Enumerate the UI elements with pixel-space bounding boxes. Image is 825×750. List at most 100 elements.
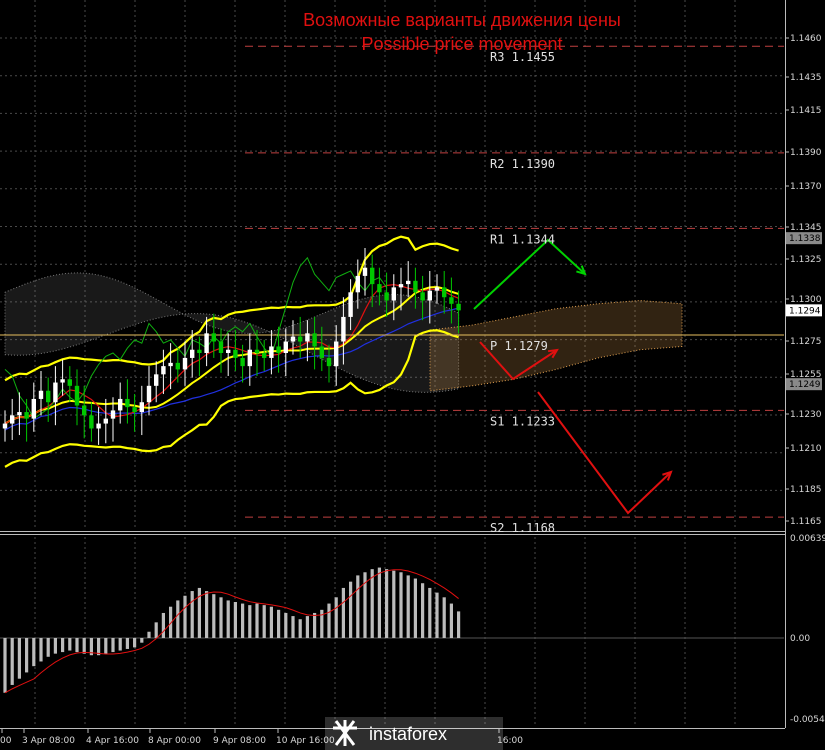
candle-body [276, 346, 281, 354]
candle-body [190, 349, 195, 358]
candle-body [10, 415, 15, 424]
candle-body [283, 341, 288, 354]
candle-body [211, 333, 216, 342]
osc-bar [291, 616, 295, 638]
candle-body [103, 418, 108, 424]
candle-body [370, 267, 375, 285]
osc-bar [190, 591, 194, 638]
osc-bar [111, 638, 115, 653]
level-label-r2: R2 1.1390 [490, 157, 555, 171]
osc-bar [406, 575, 410, 638]
osc-bar [25, 638, 29, 673]
candle-body [96, 423, 101, 429]
time-tick-label: 4 Apr 16:00 [86, 736, 139, 746]
osc-bar [255, 603, 259, 638]
candle-body [82, 405, 87, 416]
osc-bar [75, 638, 79, 653]
level-label-r1: R1 1.1344 [490, 232, 555, 246]
candle-body [197, 349, 202, 354]
osc-bar [334, 597, 338, 638]
osc-bar [82, 638, 86, 654]
osc-bar [399, 572, 403, 638]
time-tick-label: 3 Apr 08:00 [22, 736, 75, 746]
osc-bar [183, 595, 187, 638]
candle-body [139, 402, 144, 413]
candle-body [298, 336, 303, 342]
candle-body [168, 362, 173, 367]
osc-bar [428, 587, 432, 638]
candle-body [233, 349, 238, 358]
candle-body [31, 398, 36, 419]
candle-body [226, 349, 231, 354]
candle-body [334, 341, 339, 367]
candle-body [132, 407, 137, 413]
osc-bar [161, 612, 165, 638]
osc-bar [377, 567, 381, 638]
osc-bar [133, 638, 137, 648]
candle-body [38, 390, 44, 399]
osc-bar [118, 638, 122, 651]
osc-bar [298, 619, 302, 638]
price-tick-label: 1.1390 [790, 148, 822, 158]
candle-body [175, 362, 180, 370]
osc-tick-label: 0.00 [790, 634, 810, 644]
candle-body [154, 374, 159, 386]
candle-body [406, 280, 411, 285]
oscillator [0, 567, 784, 694]
price-badge-label: 1.1338 [789, 234, 821, 244]
candle-body [319, 346, 324, 358]
candle-body [182, 357, 188, 370]
osc-tick-label: -0.00543 [790, 715, 825, 725]
osc-bar [46, 638, 50, 657]
osc-tick-label: 0.00639 [790, 534, 825, 544]
osc-bar [3, 638, 7, 693]
price-tick-label: 1.1300 [790, 295, 822, 305]
price-tick-label: 1.1435 [790, 73, 822, 83]
osc-bar [269, 606, 273, 638]
osc-bar [125, 638, 129, 649]
osc-bar [327, 603, 331, 638]
osc-bar [104, 638, 108, 654]
candle-body [53, 382, 58, 403]
candle-body [362, 267, 368, 276]
level-label-p: P 1.1279 [490, 339, 548, 353]
osc-bar [68, 638, 72, 651]
osc-bar [248, 605, 252, 638]
candle-body [427, 290, 432, 301]
logo-text: instaforex [369, 724, 447, 744]
price-tick-label: 1.1370 [790, 182, 822, 192]
candle-body [247, 349, 252, 367]
candle-body [89, 415, 94, 429]
instaforex-logo: instaforex [325, 717, 503, 750]
osc-bar [284, 612, 288, 638]
candle-body [118, 398, 123, 411]
candle-body [240, 357, 245, 367]
candle-body [456, 303, 461, 311]
candle-body [290, 336, 296, 342]
price-axis: 1.14601.14351.14151.13901.13701.13451.13… [785, 34, 822, 527]
osc-bar [457, 611, 461, 638]
candle-body [2, 423, 8, 429]
price-badge-label: 1.1249 [789, 380, 821, 390]
price-tick-label: 1.1460 [790, 34, 822, 44]
osc-bar [370, 569, 374, 638]
osc-bar [226, 600, 230, 638]
candle-body [262, 353, 267, 358]
candle-body [442, 287, 447, 298]
price-tick-label: 1.1185 [790, 485, 822, 495]
chart-window: Возможные варианты движения цены Possibl… [0, 0, 825, 750]
osc-bar [305, 616, 309, 638]
osc-bar [349, 581, 353, 638]
price-badge-label: 1.1294 [789, 306, 821, 316]
price-tick-label: 1.1230 [790, 410, 822, 420]
candle-body [398, 284, 404, 288]
candle-body [305, 333, 310, 342]
price-tick-label: 1.1165 [790, 517, 822, 527]
candle-body [46, 390, 51, 403]
price-tick-label: 1.1325 [790, 255, 822, 265]
candle-body [204, 333, 209, 354]
osc-bar [176, 600, 180, 638]
candle-body [74, 385, 80, 406]
time-tick-label: 8 Apr 00:00 [148, 736, 201, 746]
osc-bar [61, 638, 65, 653]
